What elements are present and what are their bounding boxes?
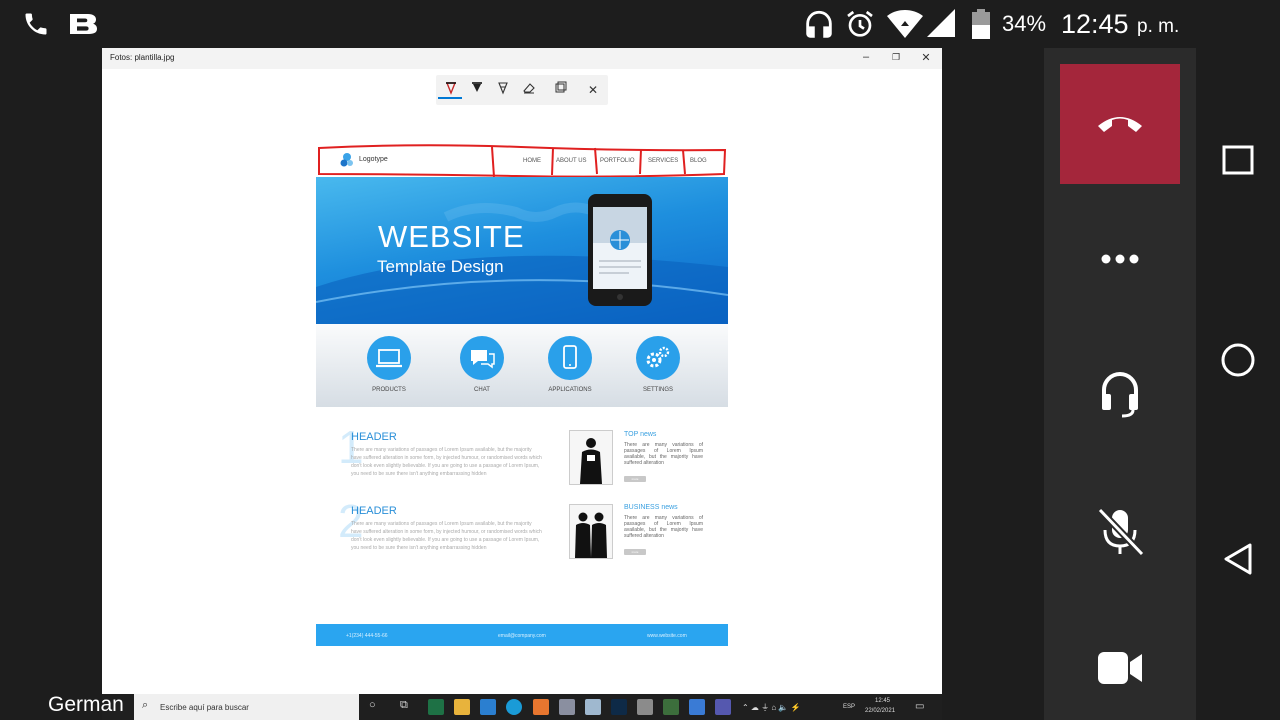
search-input[interactable]: ⌕ Escribe aquí para buscar	[134, 694, 359, 720]
task-view-icon[interactable]: ⧉	[400, 699, 408, 712]
restore-icon[interactable]: ❐	[889, 52, 903, 63]
minimize-icon[interactable]: –	[859, 51, 873, 63]
website-template-image: Logotype HOME ABOUT US PORTFOLIO SERVICE…	[316, 144, 728, 646]
footer-web: www.website.com	[647, 633, 687, 639]
ruler-icon[interactable]	[552, 81, 570, 99]
back-icon[interactable]	[1222, 542, 1254, 576]
windows-taskbar: ⌕ Escribe aquí para buscar ○ ⧉ ⌃ ☁ ⏚ ⌂ 🔈…	[102, 694, 942, 720]
signal-icon	[927, 9, 955, 37]
participant-name-caption: German	[48, 693, 124, 716]
photoshop-icon[interactable]	[611, 699, 627, 715]
mic-muted-icon[interactable]	[1096, 506, 1144, 558]
hang-up-icon	[1098, 117, 1142, 132]
b-app-icon	[70, 14, 97, 34]
notifications-icon[interactable]: ▭	[915, 701, 924, 712]
hero-subtitle: Template Design	[377, 257, 504, 276]
section-text: There are many variations of passages of…	[351, 447, 542, 477]
battery-percent: 34%	[1002, 11, 1047, 36]
headset-icon	[806, 10, 832, 38]
feature-label: CHAT	[474, 387, 490, 393]
excel-icon[interactable]	[428, 699, 444, 715]
edge-icon[interactable]	[506, 699, 522, 715]
more-options-icon[interactable]	[1101, 254, 1139, 264]
tray-lang[interactable]: ESP	[843, 704, 855, 710]
hero-banner: WEBSITE Template Design	[316, 177, 728, 324]
app-icon[interactable]	[533, 699, 549, 715]
headset-audio-icon[interactable]	[1100, 370, 1140, 418]
close-window-icon[interactable]: ✕	[919, 51, 933, 64]
news-thumbnail	[569, 504, 613, 559]
photos-icon[interactable]	[689, 699, 705, 715]
red-annotation-outline	[318, 144, 727, 178]
active-tool-indicator	[438, 97, 462, 99]
recent-apps-icon[interactable]	[1222, 145, 1254, 175]
tray-date[interactable]: 22/02/2021	[865, 708, 895, 714]
alarm-icon	[847, 10, 873, 37]
search-icon: ⌕	[142, 699, 149, 711]
close-icon[interactable]: ✕	[584, 81, 602, 99]
laptop-icon	[367, 336, 411, 380]
video-camera-icon[interactable]	[1096, 650, 1144, 686]
call-controls-panel	[1044, 48, 1196, 720]
tray-icons[interactable]: ⌃ ☁ ⏚ ⌂ 🔈 ⚡	[742, 702, 801, 713]
status-ampm: p. m.	[1137, 16, 1180, 37]
feature-chat: CHAT	[447, 336, 517, 393]
news-thumbnail	[569, 430, 613, 485]
feature-label: APPLICATIONS	[548, 387, 592, 393]
feature-products: PRODUCTS	[354, 336, 424, 393]
app-icon[interactable]	[559, 699, 575, 715]
teams-icon[interactable]	[715, 699, 731, 715]
news-more-button[interactable]: more	[624, 549, 646, 555]
mobile-icon	[548, 336, 592, 380]
chat-icon	[460, 336, 504, 380]
shared-screen: Fotos: plantilla.jpg – ❐ ✕ ✕ Logotype HO…	[102, 48, 942, 720]
window-title: Fotos: plantilla.jpg	[110, 53, 175, 62]
site-footer: +1(234) 444-55-66 email@company.com www.…	[316, 624, 728, 646]
wifi-icon	[887, 10, 923, 38]
search-placeholder: Escribe aquí para buscar	[160, 703, 249, 712]
section-header: HEADER	[351, 431, 397, 443]
window-titlebar: Fotos: plantilla.jpg – ❐ ✕	[102, 48, 942, 69]
news-title: TOP news	[624, 431, 657, 438]
end-call-button[interactable]	[1060, 64, 1180, 184]
highlighter-icon[interactable]	[494, 81, 512, 99]
home-icon[interactable]	[1220, 342, 1256, 378]
smartphone-icon	[588, 194, 652, 306]
news-more-button[interactable]: more	[624, 476, 646, 482]
feature-settings: SETTINGS	[623, 336, 693, 393]
features-strip: PRODUCTS CHAT APPLICATIONS SETTINGS	[316, 324, 728, 407]
footer-phone: +1(234) 444-55-66	[346, 633, 388, 639]
tray-time[interactable]: 12:45	[875, 698, 890, 704]
battery-icon	[972, 9, 990, 39]
photo-markup-toolbar: ✕	[436, 75, 608, 105]
feature-applications: APPLICATIONS	[535, 336, 605, 393]
footer-email: email@company.com	[498, 633, 546, 639]
feature-label: SETTINGS	[642, 387, 673, 393]
news-text: There are many variations of passages of…	[624, 515, 703, 539]
vscode-icon[interactable]	[480, 699, 496, 715]
app-icon[interactable]	[663, 699, 679, 715]
app-icon[interactable]	[585, 699, 601, 715]
pen-black-icon[interactable]	[468, 81, 486, 99]
gear-icon	[636, 336, 680, 380]
eraser-icon[interactable]	[520, 81, 538, 99]
news-text: There are many variations of passages of…	[624, 442, 703, 466]
cortana-icon[interactable]: ○	[369, 699, 376, 711]
phone-icon	[25, 13, 47, 35]
news-title: BUSINESS news	[624, 504, 678, 511]
feature-label: PRODUCTS	[372, 387, 406, 393]
android-status-bar: 34% 12:45 p. m.	[0, 0, 1280, 48]
calculator-icon[interactable]	[637, 699, 653, 715]
file-explorer-icon[interactable]	[454, 699, 470, 715]
section-text: There are many variations of passages of…	[351, 521, 542, 551]
status-time: 12:45	[1061, 9, 1129, 39]
android-nav-bar	[1196, 48, 1280, 720]
hero-title: WEBSITE	[378, 219, 525, 254]
section-header: HEADER	[351, 505, 397, 517]
